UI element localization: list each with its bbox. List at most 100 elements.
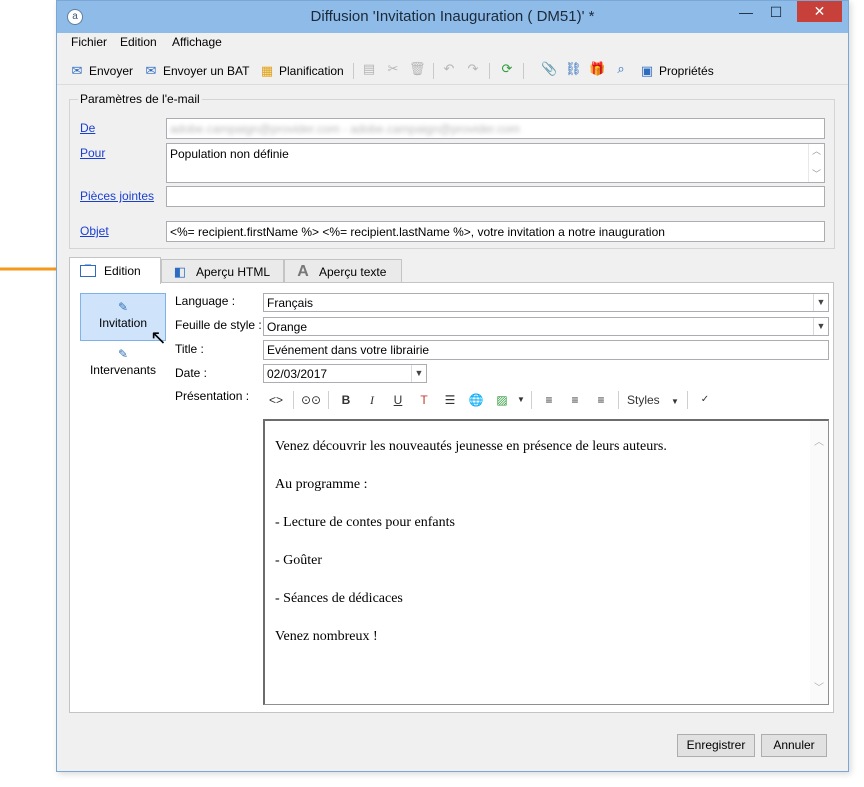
- from-link[interactable]: De: [80, 121, 95, 135]
- bullet-list-icon[interactable]: ☰: [437, 389, 463, 411]
- menu-affichage[interactable]: Affichage: [172, 35, 222, 49]
- menu-fichier[interactable]: Fichier: [71, 35, 107, 49]
- form-edit-icon: ✎: [117, 347, 129, 361]
- chevron-down-icon: ﹀: [814, 683, 824, 694]
- edit-window-icon: ▔: [80, 265, 96, 277]
- bold-icon[interactable]: B: [333, 389, 359, 411]
- rich-text-toolbar: <> ⊙⊙ B I U T ☰ 🌐 ▨ ▼ ≡ ≡ ≡ Styles ▼ ✓: [263, 387, 829, 413]
- delete-icon[interactable]: 🗑: [409, 61, 426, 77]
- insert-link-icon[interactable]: 🌐: [463, 389, 489, 411]
- maximize-button[interactable]: ☐: [762, 1, 790, 23]
- menu-edition[interactable]: Edition: [120, 35, 157, 49]
- email-params-group: Paramètres de l'e-mail De adobe.campaign…: [69, 92, 835, 249]
- toolbar-separator: [523, 63, 524, 79]
- envelope-check-icon: ✉: [145, 63, 157, 78]
- subject-value: <%= recipient.firstName %> <%= recipient…: [170, 225, 665, 239]
- tracking-icon[interactable]: ⌕: [613, 61, 629, 77]
- toolbar-separator: [328, 391, 329, 409]
- language-select[interactable]: Français ▼: [263, 293, 829, 312]
- stylesheet-select[interactable]: Orange ▼: [263, 317, 829, 336]
- sidebar-item-intervenants[interactable]: ✎ Intervenants: [80, 341, 166, 389]
- date-picker[interactable]: 02/03/2017 ▼: [263, 364, 427, 383]
- title-input[interactable]: Evénement dans votre librairie: [263, 340, 829, 360]
- toolbar-separator: [433, 63, 434, 79]
- close-button[interactable]: ✕: [797, 1, 842, 22]
- text-color-icon[interactable]: T: [411, 389, 437, 411]
- presentation-label: Présentation :: [175, 389, 250, 403]
- cancel-button[interactable]: Annuler: [761, 734, 827, 757]
- stylesheet-label: Feuille de style :: [175, 318, 262, 332]
- title-value: Evénement dans votre librairie: [267, 343, 430, 357]
- find-binoculars-icon[interactable]: ⊙⊙: [298, 389, 324, 411]
- attachment-icon[interactable]: 📎: [541, 61, 557, 77]
- rich-text-editor[interactable]: Venez découvrir les nouveautés jeunesse …: [263, 419, 829, 705]
- align-left-icon[interactable]: ≡: [536, 389, 562, 411]
- cut-icon[interactable]: ✂: [385, 61, 401, 77]
- attachments-link[interactable]: Pièces jointes: [80, 189, 154, 203]
- refresh-icon[interactable]: ⟳: [499, 61, 515, 77]
- chevron-down-icon: ▼: [671, 397, 679, 406]
- title-bar[interactable]: a Diffusion 'Invitation Inauguration ( D…: [57, 1, 848, 33]
- email-params-legend: Paramètres de l'e-mail: [78, 92, 202, 106]
- stylesheet-value: Orange: [267, 320, 308, 334]
- tab-edition-label: Edition: [104, 264, 141, 278]
- tab-edition[interactable]: ▔ Edition: [69, 257, 161, 284]
- toolbar-separator: [489, 63, 490, 79]
- align-right-icon[interactable]: ≡: [588, 389, 614, 411]
- attachments-field[interactable]: [166, 186, 825, 207]
- sidebar-item-intervenants-label: Intervenants: [89, 363, 157, 377]
- redo-icon[interactable]: ↷: [465, 61, 481, 77]
- language-label: Language :: [175, 294, 236, 308]
- undo-icon[interactable]: ↶: [441, 61, 457, 77]
- sidebar-item-invitation-label: Invitation: [98, 316, 148, 330]
- editor-scrollbar[interactable]: ︿ ﹀: [810, 421, 828, 704]
- spellcheck-icon[interactable]: ✓: [692, 389, 718, 411]
- envelope-icon: ✉: [71, 63, 83, 78]
- chevron-down-icon: ▼: [813, 294, 828, 311]
- language-value: Français: [267, 296, 314, 310]
- chevron-down-icon: ▼: [813, 318, 828, 335]
- properties-button[interactable]: ▣ Propriétés: [639, 61, 714, 81]
- from-field[interactable]: adobe.campaign@provider.com - adobe.camp…: [166, 118, 825, 139]
- chevron-down-icon: ﹀: [811, 169, 821, 179]
- to-scrollbar[interactable]: ︿ ﹀: [808, 144, 824, 182]
- subject-field[interactable]: <%= recipient.firstName %> <%= recipient…: [166, 221, 825, 242]
- chevron-down-icon[interactable]: ▼: [515, 389, 527, 411]
- tab-text-preview[interactable]: A Aperçu texte: [284, 259, 402, 283]
- to-field[interactable]: Population non définie ︿ ﹀: [166, 143, 825, 183]
- send-proof-button[interactable]: ✉ Envoyer un BAT: [143, 61, 250, 81]
- editor-paragraph: - Goûter: [275, 553, 323, 568]
- minimize-button[interactable]: —: [732, 1, 760, 23]
- tab-html-preview[interactable]: ◧ Aperçu HTML: [161, 259, 284, 283]
- window-title: Diffusion 'Invitation Inauguration ( DM5…: [310, 8, 595, 25]
- styles-label: Styles: [627, 393, 660, 407]
- tab-html-preview-label: Aperçu HTML: [196, 264, 271, 279]
- send-proof-label: Envoyer un BAT: [163, 64, 250, 78]
- insert-image-icon[interactable]: ▨: [489, 389, 515, 411]
- editor-paragraph: - Lecture de contes pour enfants: [275, 515, 455, 530]
- clipboard-icon: ▣: [640, 63, 654, 78]
- underline-icon[interactable]: U: [385, 389, 411, 411]
- link-icon[interactable]: ⛓: [565, 61, 582, 77]
- send-button[interactable]: ✉ Envoyer: [69, 61, 133, 81]
- editor-paragraph: - Séances de dédicaces: [275, 591, 403, 606]
- paste-icon[interactable]: ▤: [361, 61, 377, 77]
- source-code-icon[interactable]: <>: [263, 389, 289, 411]
- edition-panel: ✎ Invitation ↖ ✎ Intervenants Language :…: [69, 282, 834, 713]
- editor-paragraph: Venez nombreux !: [275, 629, 378, 644]
- tab-text-preview-label: Aperçu texte: [319, 264, 387, 279]
- from-value: adobe.campaign@provider.com - adobe.camp…: [170, 122, 520, 136]
- styles-dropdown[interactable]: Styles ▼: [623, 389, 683, 411]
- save-button[interactable]: Enregistrer: [677, 734, 755, 757]
- toolbar-separator: [618, 391, 619, 409]
- italic-icon[interactable]: I: [359, 389, 385, 411]
- text-preview-icon: A: [297, 262, 309, 280]
- gift-icon[interactable]: 🎁: [589, 61, 605, 77]
- to-link[interactable]: Pour: [80, 146, 105, 160]
- planning-button[interactable]: ▦ Planification: [259, 61, 344, 81]
- form-edit-icon: ✎: [117, 300, 129, 314]
- align-center-icon[interactable]: ≡: [562, 389, 588, 411]
- date-value: 02/03/2017: [267, 367, 328, 381]
- application-window: a Diffusion 'Invitation Inauguration ( D…: [56, 0, 849, 772]
- subject-link[interactable]: Objet: [80, 224, 109, 238]
